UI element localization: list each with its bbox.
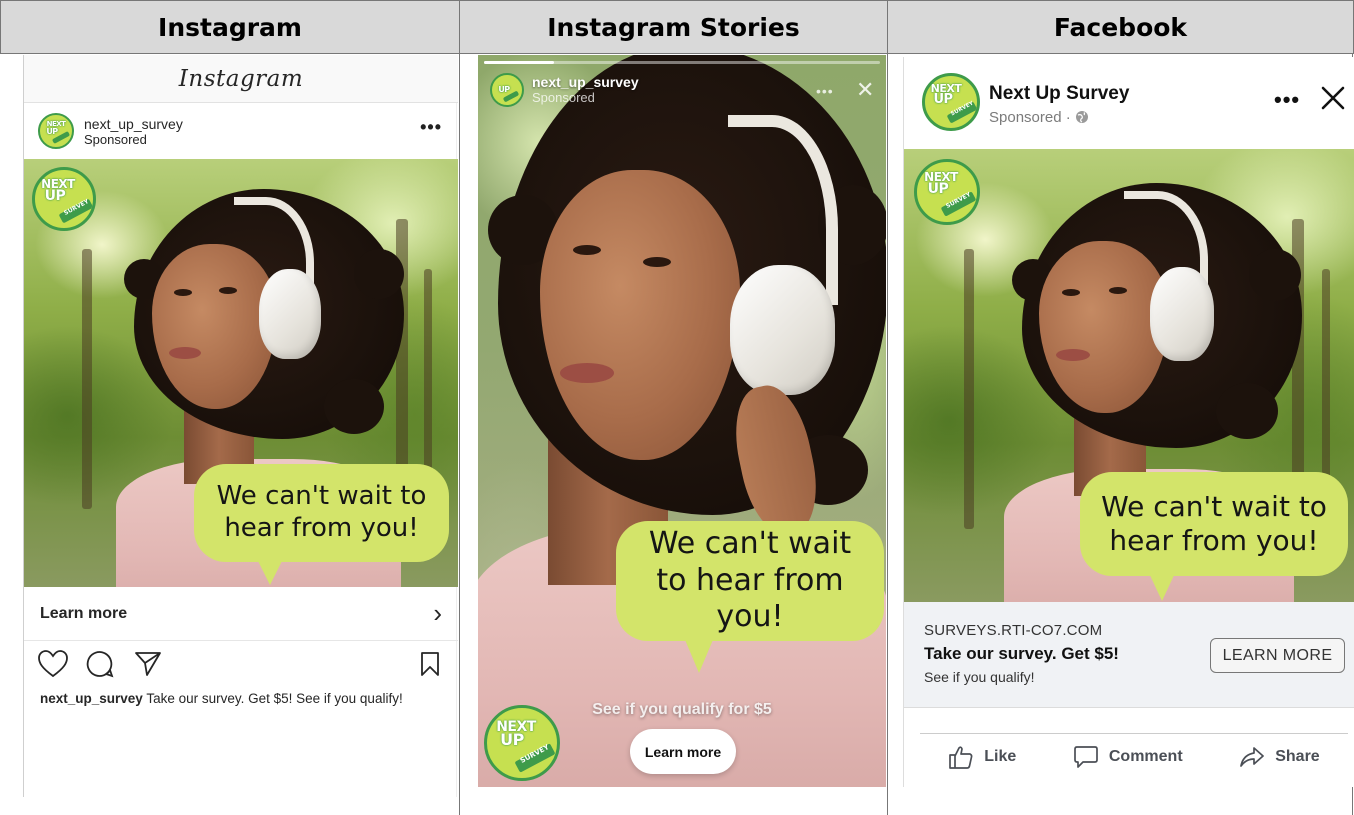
post-actions: Like Comment Share <box>920 733 1348 779</box>
more-options-icon[interactable]: ••• <box>420 117 442 138</box>
comment-label: Comment <box>1108 747 1183 765</box>
ad-image[interactable]: We can't wait to hear from you! NEXT UP … <box>904 149 1354 602</box>
share-label: Share <box>1275 747 1320 765</box>
sponsored-label: Sponsored · <box>989 109 1089 126</box>
sponsored-label: Sponsored <box>84 131 147 147</box>
hair-curl <box>1249 249 1301 301</box>
header-facebook: Facebook <box>887 0 1354 54</box>
hair-curl <box>324 379 384 434</box>
logo-text-up: UP <box>498 85 510 95</box>
column-divider <box>459 54 460 815</box>
instagram-topbar: Instagram <box>24 55 458 103</box>
eye <box>174 289 192 296</box>
page-name[interactable]: Next Up Survey <box>989 83 1129 105</box>
logo-text-up: UP <box>46 126 58 136</box>
post-actions <box>38 650 444 678</box>
learn-more-button[interactable]: LEARN MORE <box>1210 638 1345 673</box>
learn-more-bar[interactable]: Learn more › <box>24 587 458 641</box>
like-label: Like <box>984 747 1017 765</box>
learn-more-link[interactable]: Learn more <box>40 605 127 623</box>
page-avatar[interactable]: NEXT UP SURVEY <box>922 73 980 131</box>
comment-button[interactable]: Comment <box>1073 745 1183 769</box>
speech-bubble: We can't wait to hear from you! <box>194 464 449 562</box>
hair-curl <box>354 249 404 299</box>
lips <box>560 363 614 383</box>
lips <box>1056 349 1090 361</box>
link-preview[interactable]: SURVEYS.RTI-CO7.COM Take our survey. Get… <box>904 602 1354 708</box>
speech-bubble-tail <box>683 635 715 673</box>
share-icon <box>1240 746 1265 767</box>
headphone-earcup <box>1150 267 1214 361</box>
sponsored-text: Sponsored · <box>989 109 1075 126</box>
headphone-earcup <box>730 265 835 395</box>
story-image[interactable]: We can't wait to hear from you! NEXT UP … <box>478 55 886 787</box>
instagram-stories-mockup: We can't wait to hear from you! NEXT UP … <box>478 55 886 787</box>
speech-bubble: We can't wait to hear from you! <box>1080 472 1348 576</box>
logo-text-up: UP <box>927 181 949 198</box>
header-instagram-stories: Instagram Stories <box>459 0 887 54</box>
link-headline[interactable]: Take our survey. Get $5! <box>924 644 1119 664</box>
speech-bubble-tail <box>256 557 284 585</box>
heart-icon[interactable] <box>38 650 68 678</box>
speech-bubble: We can't wait to hear from you! <box>616 521 884 641</box>
tree-trunk <box>964 249 974 529</box>
story-account-name[interactable]: next_up_survey <box>532 74 639 90</box>
story-progress-fill <box>484 61 554 64</box>
caption-text: Take our survey. Get $5! See if you qual… <box>142 691 403 706</box>
facebook-post-header: NEXT UP SURVEY Next Up Survey Sponsored … <box>904 57 1354 149</box>
eye <box>573 245 601 255</box>
bookmark-icon[interactable] <box>420 651 440 677</box>
story-account-row[interactable]: UP next_up_survey Sponsored <box>490 73 639 107</box>
globe-icon <box>1075 111 1088 123</box>
logo-text-up: UP <box>44 188 66 205</box>
qualify-text: See if you qualify for $5 <box>592 701 772 718</box>
share-button[interactable]: Share <box>1239 745 1320 769</box>
logo-text-up: UP <box>933 92 953 108</box>
more-options-icon[interactable]: ••• <box>1274 87 1300 113</box>
speech-bubble-tail <box>1148 571 1176 601</box>
eye <box>643 257 671 267</box>
lips <box>169 347 201 359</box>
instagram-account-row[interactable]: NEXT UP next_up_survey Sponsored <box>24 103 458 159</box>
story-close-icon[interactable]: ✕ <box>856 77 874 103</box>
learn-more-button[interactable]: Learn more <box>630 729 736 774</box>
post-caption: next_up_survey Take our survey. Get $5! … <box>40 689 440 708</box>
thumbs-up-icon <box>949 745 973 769</box>
instagram-wordmark: Instagram <box>178 65 304 92</box>
hair-curl <box>1216 383 1278 439</box>
account-avatar[interactable]: NEXT UP <box>38 113 74 149</box>
instagram-feed-mockup: Instagram NEXT UP next_up_survey Sponsor… <box>23 55 458 797</box>
eye <box>1062 289 1080 296</box>
logo-text-up: UP <box>500 730 524 750</box>
header-instagram: Instagram <box>0 0 459 54</box>
headphone-earcup <box>259 269 321 359</box>
link-domain: SURVEYS.RTI-CO7.COM <box>924 622 1103 639</box>
comment-icon <box>1074 745 1098 768</box>
link-description: See if you qualify! <box>924 669 1035 685</box>
tree-trunk <box>82 249 92 509</box>
close-icon[interactable] <box>1320 85 1346 111</box>
comment-icon[interactable] <box>86 650 114 678</box>
column-divider <box>887 54 888 815</box>
send-icon[interactable] <box>134 651 162 677</box>
chevron-right-icon[interactable]: › <box>433 598 442 629</box>
account-name[interactable]: next_up_survey <box>84 116 183 132</box>
like-button[interactable]: Like <box>948 745 1016 769</box>
caption-username[interactable]: next_up_survey <box>40 691 143 706</box>
story-more-icon[interactable]: ••• <box>816 83 834 99</box>
next-up-survey-logo: NEXT UP SURVEY <box>914 159 980 225</box>
account-avatar[interactable]: UP <box>490 73 524 107</box>
next-up-survey-logo: NEXT UP SURVEY <box>32 167 96 231</box>
facebook-mockup: NEXT UP SURVEY Next Up Survey Sponsored … <box>903 57 1354 787</box>
story-sponsored-label: Sponsored <box>532 89 595 105</box>
ad-image[interactable]: We can't wait to hear from you! NEXT UP … <box>24 159 458 587</box>
